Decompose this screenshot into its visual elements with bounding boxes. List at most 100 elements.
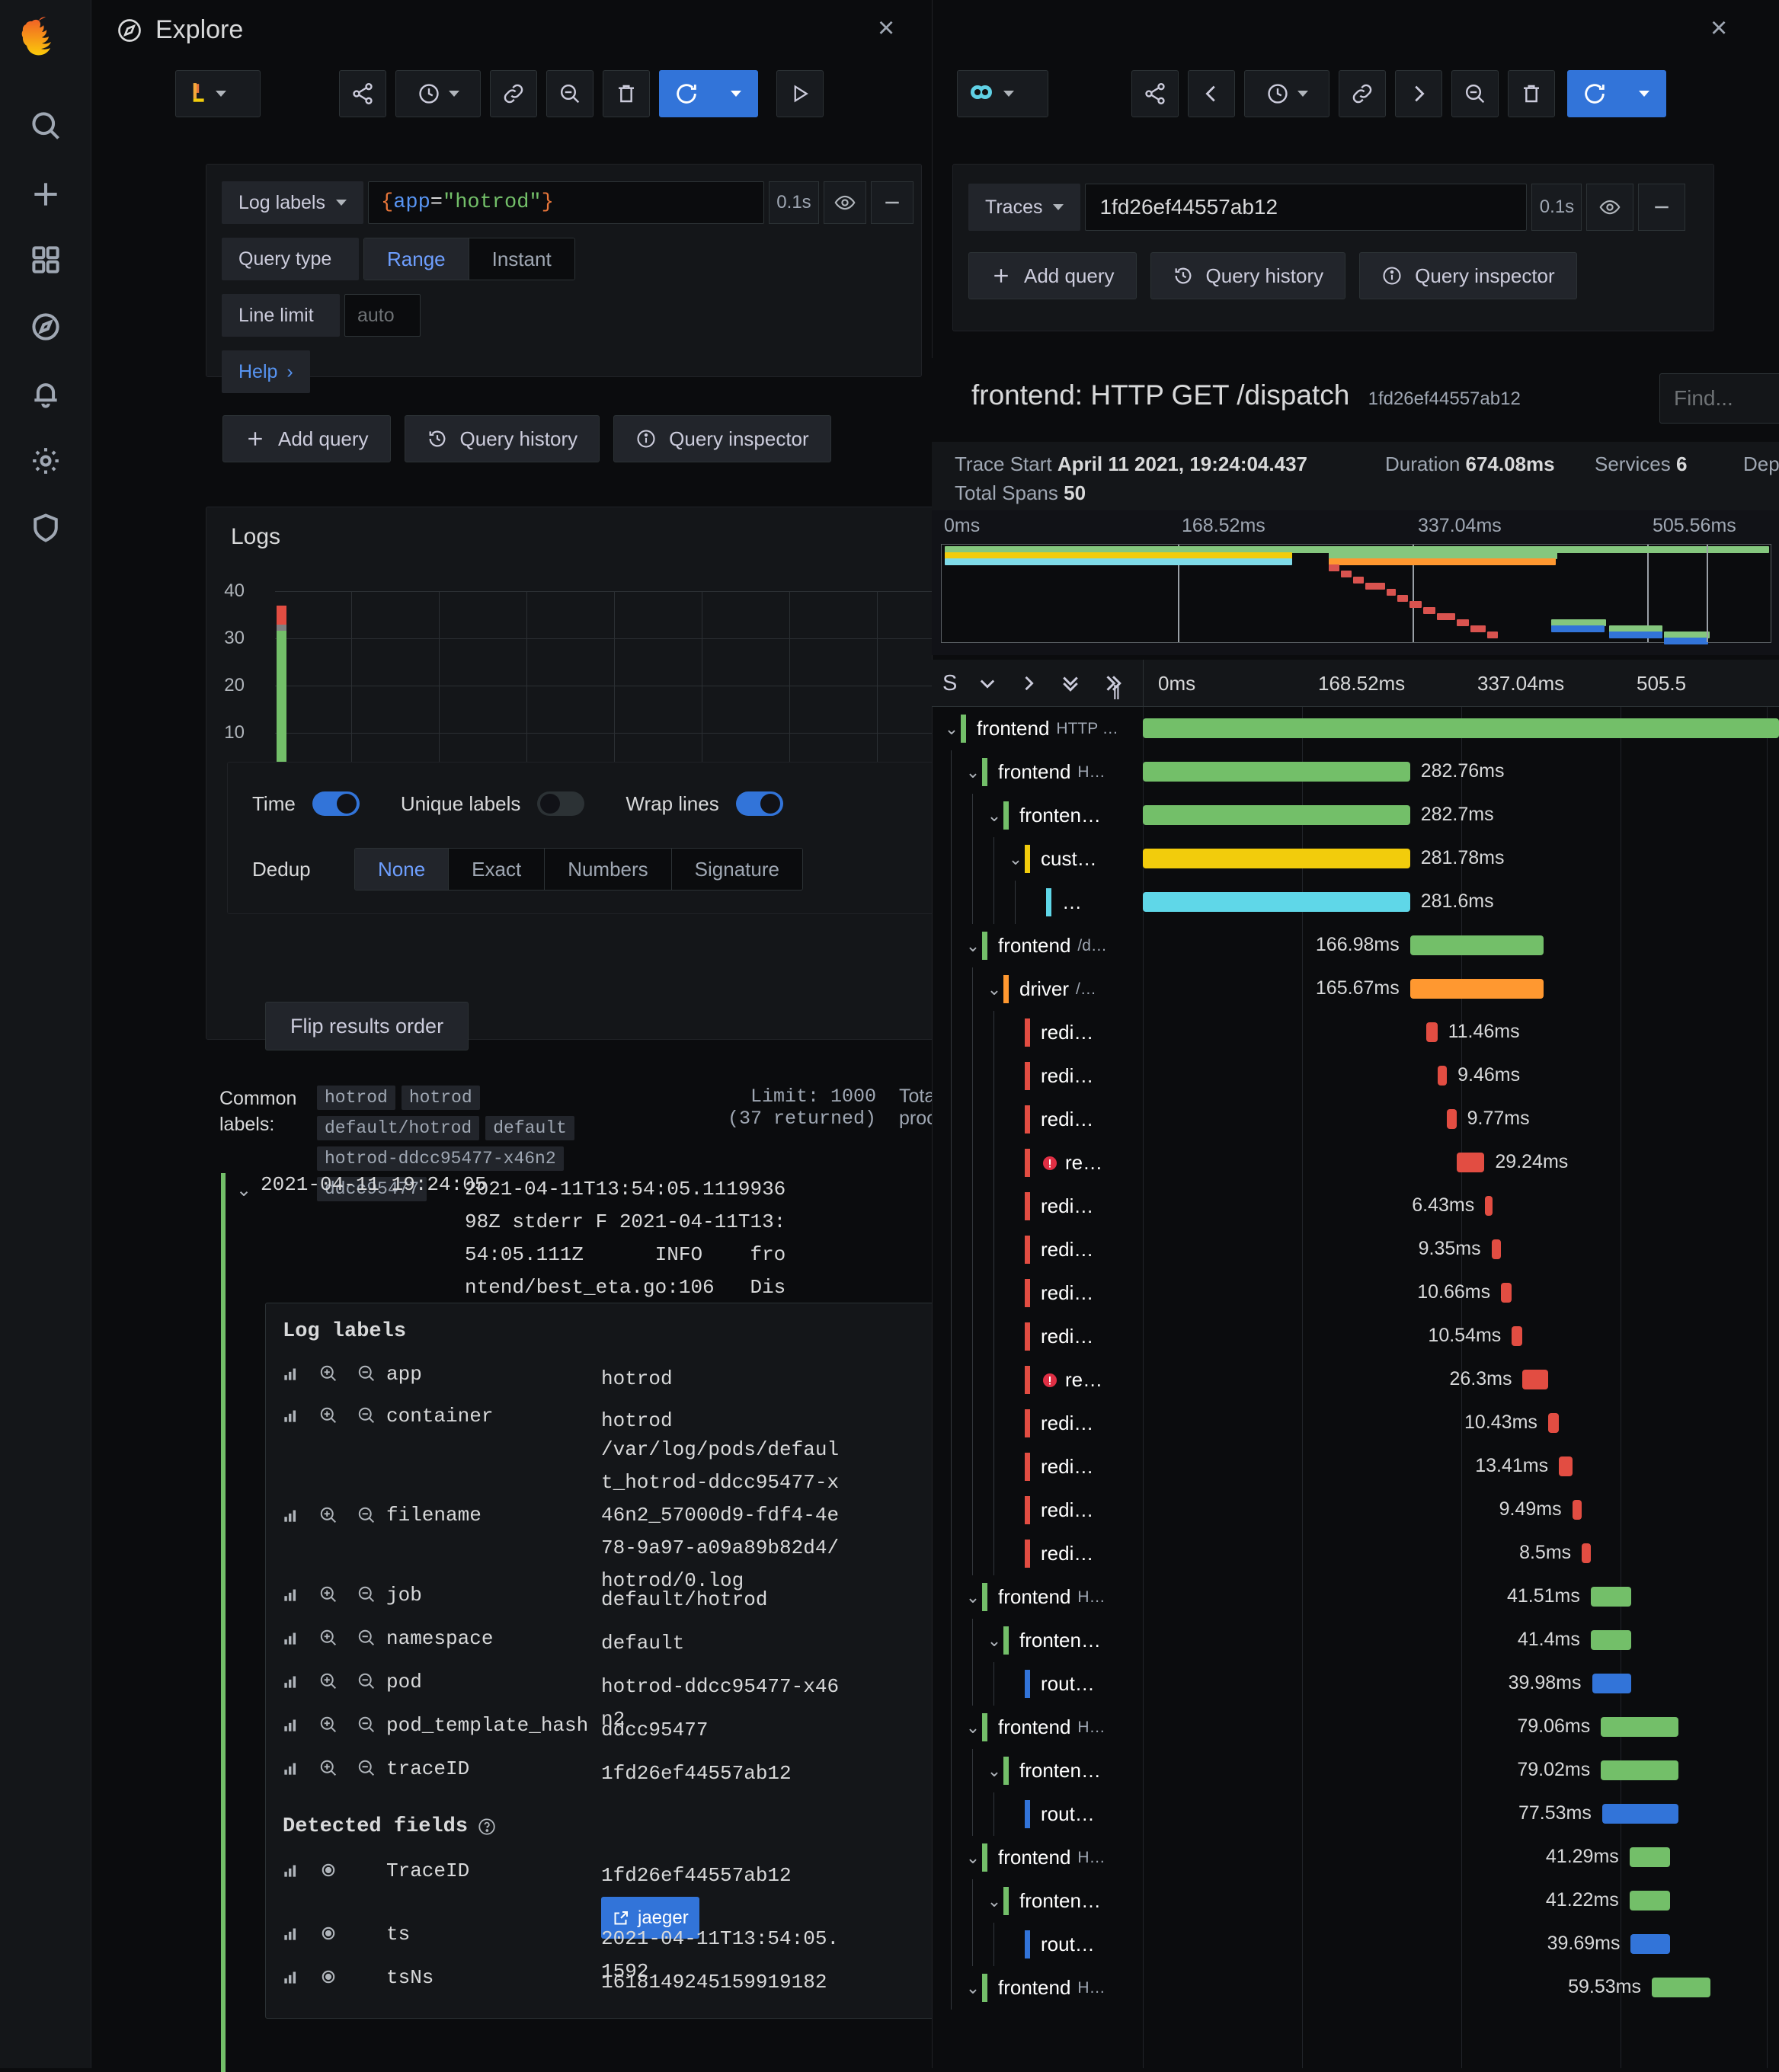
span-row[interactable]: ⌄frontendH…59.53ms bbox=[932, 1966, 1779, 2010]
grafana-logo[interactable] bbox=[21, 14, 70, 62]
stats-icon[interactable] bbox=[281, 1405, 301, 1425]
run-options-button[interactable] bbox=[1622, 70, 1666, 117]
span-row[interactable]: redi…10.66ms bbox=[932, 1271, 1779, 1315]
span-row[interactable]: ⌄frontendHTTP … bbox=[932, 707, 1779, 750]
logs-histogram-chart[interactable]: 40 30 20 10 0 19:26 19:28 19:30 19:32 19… bbox=[229, 591, 1006, 782]
span-label[interactable]: ⌄frontendH… bbox=[932, 750, 1143, 794]
span-duration-bar[interactable] bbox=[1522, 1370, 1547, 1389]
chevron-down-icon[interactable]: ⌄ bbox=[964, 936, 982, 956]
span-label[interactable]: redi… bbox=[932, 1315, 1143, 1358]
span-label[interactable]: ⌄fronten… bbox=[932, 1619, 1143, 1662]
span-label[interactable]: ⌄fronten… bbox=[932, 1879, 1143, 1923]
span-duration-bar[interactable] bbox=[1143, 762, 1410, 782]
log-expand-toggle[interactable]: ⌄ bbox=[236, 1179, 251, 1201]
minimap-body[interactable] bbox=[941, 544, 1771, 643]
chevron-down-icon[interactable]: ⌄ bbox=[964, 763, 982, 782]
span-duration-bar[interactable] bbox=[1410, 979, 1544, 999]
common-label-chip[interactable]: hotrod bbox=[317, 1086, 395, 1110]
span-label[interactable]: redi… bbox=[932, 1402, 1143, 1445]
remove-query-button[interactable] bbox=[871, 181, 913, 224]
span-label[interactable]: ⌄frontendHTTP … bbox=[932, 707, 1143, 750]
help-toggle[interactable]: Help › bbox=[222, 350, 310, 393]
time-picker-button[interactable] bbox=[1244, 70, 1329, 117]
chevron-down-icon[interactable]: ⌄ bbox=[964, 1588, 982, 1607]
span-row[interactable]: redi…6.43ms bbox=[932, 1185, 1779, 1228]
stats-icon[interactable] bbox=[281, 1628, 301, 1648]
time-shift-back-button[interactable] bbox=[1188, 70, 1235, 117]
clear-button[interactable] bbox=[1508, 70, 1555, 117]
label-row[interactable]: pod_template_hash ddcc95477 bbox=[266, 1714, 1038, 1757]
span-duration-bar[interactable] bbox=[1548, 1413, 1559, 1433]
filter-for-icon[interactable] bbox=[318, 1363, 339, 1384]
span-duration-bar[interactable] bbox=[1591, 1630, 1631, 1650]
detected-field-row[interactable]: TraceID 1fd26ef44557ab12 jaeger bbox=[266, 1859, 1038, 1923]
span-label[interactable]: ⌄frontendH… bbox=[932, 1706, 1143, 1749]
span-row[interactable]: rout…77.53ms bbox=[932, 1792, 1779, 1836]
span-label[interactable]: ⌄frontendH… bbox=[932, 1966, 1143, 2010]
stats-icon[interactable] bbox=[281, 1923, 301, 1943]
unique-labels-toggle[interactable] bbox=[537, 791, 584, 816]
stats-icon[interactable] bbox=[281, 1967, 301, 1987]
add-query-button[interactable]: Add query bbox=[968, 252, 1137, 299]
span-row[interactable]: …281.6ms bbox=[932, 881, 1779, 924]
sidebar-item-dashboards[interactable] bbox=[0, 225, 91, 294]
zoom-out-button[interactable] bbox=[1451, 70, 1499, 117]
eye-icon[interactable] bbox=[318, 1966, 339, 1987]
span-row[interactable]: ⌄fronten…79.02ms bbox=[932, 1749, 1779, 1792]
span-duration-bar[interactable] bbox=[1143, 849, 1410, 868]
span-list[interactable]: ⌄frontendHTTP …⌄frontendH…282.76ms⌄front… bbox=[932, 707, 1779, 2068]
datasource-picker[interactable] bbox=[175, 70, 261, 117]
span-duration-bar[interactable] bbox=[1602, 1804, 1678, 1824]
span-duration-bar[interactable] bbox=[1652, 1978, 1710, 1997]
span-duration-bar[interactable] bbox=[1457, 1153, 1485, 1172]
toggle-visibility-button[interactable] bbox=[1586, 184, 1633, 231]
span-duration-bar[interactable] bbox=[1582, 1543, 1591, 1563]
eye-icon[interactable] bbox=[318, 1923, 339, 1944]
span-row[interactable]: re…29.24ms bbox=[932, 1141, 1779, 1185]
span-row[interactable]: redi…10.54ms bbox=[932, 1315, 1779, 1358]
trace-id-input[interactable]: 1fd26ef44557ab12 bbox=[1085, 184, 1527, 231]
stats-icon[interactable] bbox=[281, 1505, 301, 1525]
span-label[interactable]: ⌄frontendH… bbox=[932, 1836, 1143, 1879]
span-row[interactable]: rout…39.69ms bbox=[932, 1923, 1779, 1966]
dedup-numbers[interactable]: Numbers bbox=[545, 849, 671, 890]
query-input[interactable]: {app="hotrod"} bbox=[368, 181, 764, 224]
detected-field-row[interactable]: ts 2021-04-11T13:54:05.1592 bbox=[266, 1923, 1038, 1966]
span-row[interactable]: ⌄cust…281.78ms bbox=[932, 837, 1779, 881]
common-label-chip[interactable]: default/hotrod bbox=[317, 1116, 479, 1140]
trace-query-type-selector[interactable]: Traces bbox=[968, 184, 1080, 231]
detected-field-row[interactable]: tsNs 1618149245159919182 bbox=[266, 1966, 1038, 2010]
filter-for-icon[interactable] bbox=[318, 1714, 339, 1735]
span-label[interactable]: ⌄fronten… bbox=[932, 1749, 1143, 1792]
chevron-down-icon[interactable]: ⌄ bbox=[964, 1978, 982, 1998]
label-row[interactable]: filename /var/log/pods/default_hotrod-dd… bbox=[266, 1447, 1038, 1584]
span-duration-bar[interactable] bbox=[1485, 1196, 1493, 1216]
chevron-down-icon[interactable]: ⌄ bbox=[964, 1718, 982, 1738]
help-icon[interactable] bbox=[477, 1817, 497, 1837]
span-label[interactable]: ⌄cust… bbox=[932, 837, 1143, 881]
common-label-chip[interactable]: default bbox=[485, 1116, 574, 1140]
live-tail-button[interactable] bbox=[776, 70, 824, 117]
filter-for-icon[interactable] bbox=[318, 1757, 339, 1779]
query-type-instant[interactable]: Instant bbox=[469, 238, 574, 280]
span-label[interactable]: ⌄driver/… bbox=[932, 967, 1143, 1011]
sidebar-item-search[interactable] bbox=[0, 91, 91, 160]
span-row[interactable]: redi…9.77ms bbox=[932, 1098, 1779, 1141]
span-row[interactable]: re…26.3ms bbox=[932, 1358, 1779, 1402]
stats-icon[interactable] bbox=[281, 1364, 301, 1383]
stats-icon[interactable] bbox=[281, 1671, 301, 1691]
sidebar-item-configuration[interactable] bbox=[0, 427, 91, 495]
span-label[interactable]: redi… bbox=[932, 1445, 1143, 1488]
close-icon[interactable]: × bbox=[878, 17, 894, 40]
span-duration-bar[interactable] bbox=[1573, 1500, 1582, 1520]
span-duration-bar[interactable] bbox=[1426, 1022, 1438, 1042]
span-label[interactable]: ⌄frontendH… bbox=[932, 1575, 1143, 1619]
log-labels-selector[interactable]: Log labels bbox=[222, 181, 363, 224]
stats-icon[interactable] bbox=[281, 1715, 301, 1735]
span-label[interactable]: redi… bbox=[932, 1532, 1143, 1575]
span-duration-bar[interactable] bbox=[1591, 1587, 1631, 1607]
span-duration-bar[interactable] bbox=[1143, 805, 1410, 825]
share-button[interactable] bbox=[1131, 70, 1179, 117]
span-row[interactable]: ⌄fronten…41.22ms bbox=[932, 1879, 1779, 1923]
common-label-chip[interactable]: hotrod bbox=[402, 1086, 480, 1110]
